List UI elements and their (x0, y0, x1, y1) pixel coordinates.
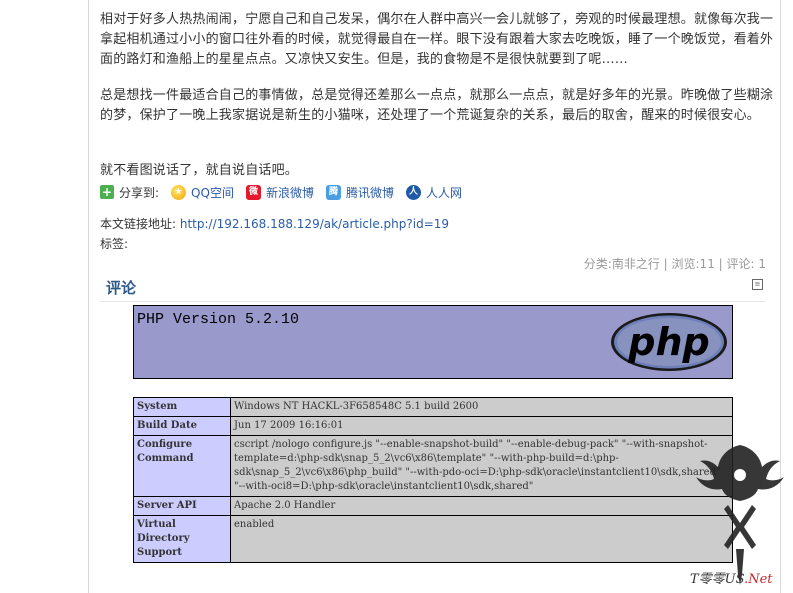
renren-icon: 人 (405, 184, 421, 200)
permalink: 本文链接地址: http://192.168.188.129/ak/articl… (100, 215, 449, 232)
phpinfo-output: PHP Version 5.2.10 php System Windows NT… (133, 305, 733, 563)
qzone-icon: ★ (171, 184, 187, 200)
phpinfo-value: enabled (230, 515, 733, 563)
share-qzone-label: QQ空间 (191, 185, 234, 200)
phpinfo-value: Jun 17 2009 16:16:01 (230, 416, 733, 436)
watermark-text: T零零US.Net (690, 568, 773, 587)
phpinfo-header: PHP Version 5.2.10 php (133, 305, 733, 379)
share-renren-link[interactable]: 人 人人网 (405, 184, 462, 201)
share-weibo-link[interactable]: 微 新浪微博 (245, 184, 314, 201)
permalink-url[interactable]: http://192.168.188.129/ak/article.php?id… (180, 217, 449, 231)
watermark-text-main: T零零US (690, 572, 745, 587)
phpinfo-value: Apache 2.0 Handler (230, 496, 733, 516)
phpinfo-value: cscript /nologo configure.js "--enable-s… (230, 435, 733, 497)
table-row: Build Date Jun 17 2009 16:16:01 (133, 416, 733, 436)
article-paragraph-1: 相对于好多人热热闹闹，宁愿自己和自己发呆，偶尔在人群中高兴一会儿就够了，旁观的时… (100, 12, 774, 67)
share-weibo-label: 新浪微博 (265, 185, 314, 200)
weibo-icon: 微 (245, 184, 261, 200)
tencent-weibo-icon: 腾 (325, 184, 341, 200)
share-label: 分享到: (119, 185, 160, 200)
share-bar: + 分享到: ★ QQ空间 微 新浪微博 腾 腾讯微博 人 人人网 (100, 183, 474, 201)
phpinfo-key: Server API (133, 496, 231, 516)
comments-title: 评论 (106, 279, 137, 297)
menu-icon[interactable]: ≡ (752, 279, 763, 290)
phpinfo-key: System (133, 397, 231, 417)
phpinfo-key: Build Date (133, 416, 231, 436)
table-row: Server API Apache 2.0 Handler (133, 496, 733, 516)
post-meta: 分类:南非之行 | 浏览:11 | 评论: 1 (583, 257, 766, 271)
table-row: System Windows NT HACKL-3F658548C 5.1 bu… (133, 397, 733, 417)
share-qzone-link[interactable]: ★ QQ空间 (171, 184, 234, 201)
watermark-text-net: .Net (744, 572, 773, 587)
phpinfo-key: Virtual Directory Support (133, 515, 231, 563)
phpinfo-table: System Windows NT HACKL-3F658548C 5.1 bu… (133, 397, 733, 563)
left-margin (0, 0, 89, 593)
php-version-title: PHP Version 5.2.10 (137, 311, 300, 328)
share-tencent-weibo-link[interactable]: 腾 腾讯微博 (325, 184, 394, 201)
phpinfo-value: Windows NT HACKL-3F658548C 5.1 build 260… (230, 397, 733, 417)
php-logo-icon: php (611, 313, 727, 371)
article-paragraph-3: 就不看图说话了，就自说自话吧。 (100, 163, 299, 178)
share-plus-icon[interactable]: + (100, 185, 114, 199)
table-row: Virtual Directory Support enabled (133, 515, 733, 563)
share-renren-label: 人人网 (425, 185, 462, 200)
share-tencent-weibo-label: 腾讯微博 (345, 185, 394, 200)
table-row: Configure Command cscript /nologo config… (133, 435, 733, 497)
php-logo-text: php (627, 320, 709, 364)
permalink-label: 本文链接地址: (100, 217, 177, 231)
article-paragraph-2: 总是想找一件最适合自己的事情做，总是觉得还差那么一点点，就那么一点点，就是好多年… (100, 88, 774, 123)
tags-label: 标签: (100, 237, 129, 251)
phpinfo-key: Configure Command (133, 435, 231, 497)
comments-header: 评论 ≡ (100, 275, 765, 302)
